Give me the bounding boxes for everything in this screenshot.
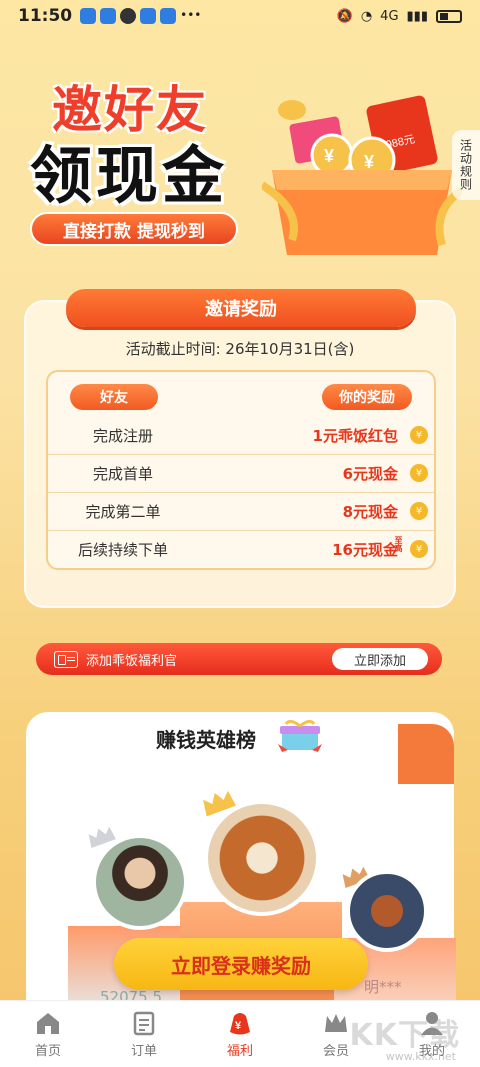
hero-slogan: 直接打款 提现秒到 <box>30 212 238 246</box>
reward-row: 完成注册 1元乖饭红包 ¥ <box>48 416 434 454</box>
third-place-name: 明*** <box>364 978 402 996</box>
coin-icon: ¥ <box>410 540 428 558</box>
add-now-button[interactable]: 立即添加 <box>332 648 428 670</box>
column-header-friend: 好友 <box>70 384 158 410</box>
hero-title-cash: 领现金 <box>30 139 229 212</box>
column-header-your-reward: 你的奖励 <box>322 384 412 410</box>
welfare-icon: ¥ <box>230 1012 250 1034</box>
avatar-first-place <box>204 800 320 916</box>
coin-symbol: ¥ <box>324 146 334 166</box>
reward-task: 后续持续下单 <box>77 540 168 559</box>
network-label: 4G <box>380 8 399 24</box>
welfare-banner-text: 添加乖饭福利官 <box>86 653 178 669</box>
wifi-icon: ◔ <box>360 8 373 24</box>
reward-task: 完成注册 <box>92 426 153 445</box>
invite-reward-header: 邀请奖励 <box>66 289 416 327</box>
coin-decoration <box>278 100 306 120</box>
battery-icon <box>436 9 462 23</box>
search-notification-icon <box>100 8 117 24</box>
mute-icon: 🔕 <box>336 8 353 24</box>
avatar-second-place <box>92 834 188 930</box>
chat-notification-icon <box>120 8 137 24</box>
reward-amount: 6元现金 <box>342 464 398 483</box>
tab-welfare[interactable]: ¥ 福利 <box>192 1001 288 1067</box>
signal-icon: ▮▮▮ <box>406 8 428 24</box>
tab-label: 福利 <box>226 1043 253 1059</box>
coin-symbol: ¥ <box>364 152 374 172</box>
contact-card-icon <box>54 650 78 668</box>
app-notification-icon <box>80 8 97 24</box>
watermark-url: www.kkx.net <box>385 1050 456 1063</box>
reward-amount: 16元现金 <box>332 540 398 559</box>
tab-label: 首页 <box>34 1043 61 1059</box>
tab-label: 订单 <box>130 1043 157 1059</box>
coin-icon: ¥ <box>410 464 428 482</box>
coin-icon: ¥ <box>410 426 428 444</box>
leaderboard-title: 赚钱英雄榜 <box>156 728 256 752</box>
add-welfare-officer-banner[interactable]: 添加乖饭福利官 立即添加 <box>36 643 442 675</box>
reward-amount: 1元乖饭红包 <box>312 426 398 445</box>
tab-label: 会员 <box>322 1043 349 1059</box>
tab-home[interactable]: 首页 <box>0 1001 96 1067</box>
tab-orders[interactable]: 订单 <box>96 1001 192 1067</box>
reward-row: 完成第二单 8元现金 ¥ <box>48 492 434 530</box>
reward-amount: 8元现金 <box>342 502 398 521</box>
box-rim <box>272 170 452 190</box>
order-icon <box>133 1011 155 1035</box>
svg-text:¥: ¥ <box>235 1020 242 1032</box>
reward-task: 完成第二单 <box>85 502 161 521</box>
crown-icon <box>325 1013 347 1032</box>
avatar-third-place <box>346 870 428 952</box>
home-icon <box>37 1012 59 1034</box>
more-dots-icon: ••• <box>180 8 202 22</box>
status-bar: 11:50 ••• 🔕 ◔ 4G ▮▮▮ <box>0 0 480 32</box>
reward-note: 至高 <box>394 536 403 552</box>
reward-row: 后续持续下单 16元现金 至高 ¥ <box>48 530 434 568</box>
app-notification-icon <box>140 8 157 24</box>
coin-icon: ¥ <box>410 502 428 520</box>
leaderboard-corner-decoration <box>398 724 454 784</box>
cloud-notification-icon <box>160 8 177 24</box>
reward-task: 完成首单 <box>92 464 153 483</box>
login-earn-rewards-button[interactable]: 立即登录赚奖励 <box>114 938 368 990</box>
gift-box-icon: 59988元 ¥ ¥ <box>262 95 462 255</box>
reward-row: 完成首单 6元现金 ¥ <box>48 454 434 492</box>
notification-icons: ••• <box>80 8 201 24</box>
activity-deadline: 活动截止时间: 26年10月31日(含) <box>125 340 355 358</box>
gift-box-icon <box>278 719 322 752</box>
activity-rules-tab[interactable]: 活动规则 <box>452 130 480 200</box>
status-time: 11:50 <box>18 6 73 26</box>
watermark-logo: KK下载 <box>349 1018 460 1053</box>
